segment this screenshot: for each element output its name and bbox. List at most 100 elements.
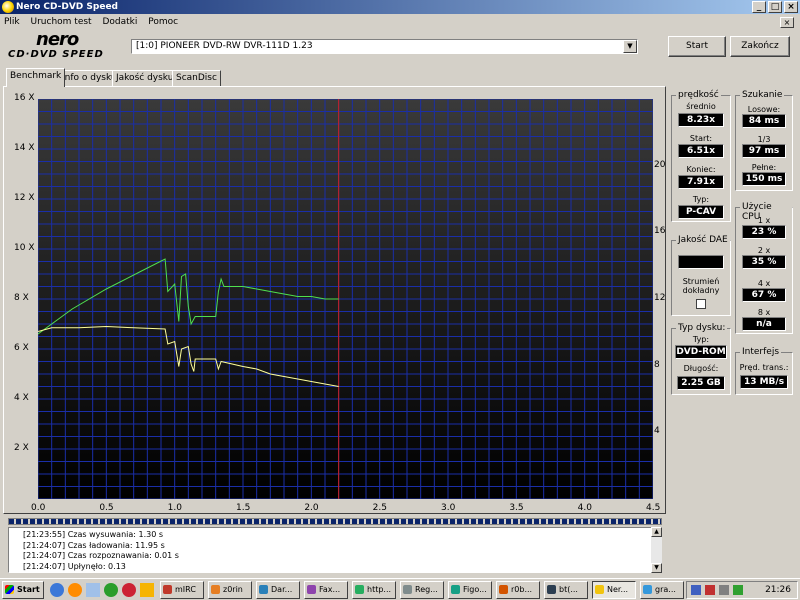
y-right-tick-label: 8 <box>654 359 660 370</box>
tray-volume-icon[interactable] <box>719 585 729 595</box>
y-right-tick-label: 12 <box>654 293 666 303</box>
disc-length-value: 2.25 GB <box>677 376 725 390</box>
quicklaunch-icon[interactable] <box>104 583 118 597</box>
log-scrollbar[interactable]: ▲ ▼ <box>651 527 662 573</box>
taskbar-item[interactable]: http... <box>352 581 396 599</box>
taskbar-app-icon <box>451 585 460 594</box>
menu-plik[interactable]: Plik <box>0 15 24 29</box>
scroll-down-arrow-icon[interactable]: ▼ <box>651 563 662 573</box>
y-left-tick-label: 16 X <box>14 93 35 103</box>
logo-subtitle: CD·DVD SPEED <box>8 49 104 60</box>
speed-end-value: 7.91x <box>678 175 724 189</box>
close-button[interactable]: × <box>784 1 798 13</box>
minimize-button[interactable]: _ <box>752 1 766 13</box>
cpu-8x-value: n/a <box>742 317 786 331</box>
interface-group: Interfejs Pręd. trans.: 13 MB/s <box>735 347 793 395</box>
system-tray: 21:26 <box>686 581 798 599</box>
taskbar-item[interactable]: mIRC <box>160 581 204 599</box>
speed-start-value: 6.51x <box>678 144 724 158</box>
taskbar-item-label: Fax... <box>319 585 341 594</box>
speed-avg-label: średnio <box>686 102 716 111</box>
start-menu-label: Start <box>17 585 40 594</box>
taskbar-app-icon <box>259 585 268 594</box>
taskbar-item[interactable]: Reg... <box>400 581 444 599</box>
disc-type-value: DVD-ROM <box>675 345 727 359</box>
maximize-button[interactable]: □ <box>768 1 782 13</box>
dae-accurate-label: Strumień dokładny <box>682 277 720 295</box>
tray-app-icon[interactable] <box>733 585 743 595</box>
seek-third-label: 1/3 <box>757 135 771 144</box>
opera-icon[interactable] <box>122 583 136 597</box>
dae-group: Jakość DAE Strumień dokładny <box>671 235 731 316</box>
window-title: Nero CD-DVD Speed <box>16 2 118 12</box>
y-left-tick-label: 4 X <box>14 393 29 403</box>
cpu-4x-label: 4 x <box>757 279 771 288</box>
exit-button[interactable]: Zakończ <box>730 36 790 57</box>
interface-title: Interfejs <box>740 347 782 357</box>
windows-logo-icon <box>5 585 14 594</box>
menu-dodatki[interactable]: Dodatki <box>98 15 141 29</box>
y-left-tick-label: 2 X <box>14 443 29 453</box>
scroll-up-arrow-icon[interactable]: ▲ <box>651 527 662 537</box>
log-line: [21:24:07] Czas rozpoznawania: 0.01 s <box>23 551 179 560</box>
taskbar-item[interactable]: Figo... <box>448 581 492 599</box>
taskbar-item[interactable]: z0rin <box>208 581 252 599</box>
tray-network-icon[interactable] <box>691 585 701 595</box>
ie-icon[interactable] <box>50 583 64 597</box>
x-tick-label: 2.0 <box>304 503 319 513</box>
tab-disc-quality[interactable]: Jakość dysku <box>112 70 178 86</box>
taskbar-item-label: z0rin <box>223 585 243 594</box>
cpu-2x-label: 2 x <box>757 246 771 255</box>
x-tick-label: 4.0 <box>577 503 592 513</box>
cpu-8x-label: 8 x <box>757 308 771 317</box>
taskbar-item-label: Reg... <box>415 585 438 594</box>
nero-logo: nero CD·DVD SPEED <box>8 31 126 61</box>
taskbar-item[interactable]: Ner... <box>592 581 636 599</box>
taskbar-item-label: bt(... <box>559 585 578 594</box>
disc-type-group: Typ dysku: Typ: DVD-ROM Długość: 2.25 GB <box>671 323 731 395</box>
taskbar-item[interactable]: r0b... <box>496 581 540 599</box>
start-button[interactable]: Start <box>668 36 726 57</box>
folder-icon[interactable] <box>140 583 154 597</box>
taskbar-item-label: gra... <box>655 585 676 594</box>
menu-bar: Plik Uruchom test Dodatki Pomoc <box>0 15 800 29</box>
log-line: [21:24:07] Czas ładowania: 11.95 s <box>23 540 165 550</box>
taskbar-app-icon <box>595 585 604 594</box>
media-player-icon[interactable] <box>68 583 82 597</box>
start-menu-button[interactable]: Start <box>2 581 44 599</box>
dae-accurate-checkbox[interactable] <box>696 299 706 309</box>
seek-random-value: 84 ms <box>742 114 786 128</box>
drive-select[interactable]: [1:0] PIONEER DVD-RW DVR-111D 1.23 ▼ <box>131 39 638 54</box>
taskbar-app-icon <box>307 585 316 594</box>
x-tick-label: 0.5 <box>99 503 114 513</box>
log-line: [21:23:55] Czas wysuwania: 1.30 s <box>23 530 164 539</box>
taskbar-item[interactable]: Fax... <box>304 581 348 599</box>
taskbar-item-label: r0b... <box>511 585 533 594</box>
tab-benchmark[interactable]: Benchmark <box>6 68 66 87</box>
menu-uruchom-test[interactable]: Uruchom test <box>27 15 96 29</box>
taskbar-item[interactable]: gra... <box>640 581 684 599</box>
menu-pomoc[interactable]: Pomoc <box>144 15 182 29</box>
speed-type-label: Typ: <box>692 195 710 204</box>
tray-antivirus-icon[interactable] <box>705 585 715 595</box>
cpu-4x-value: 67 % <box>742 288 786 302</box>
desktop-icon[interactable] <box>86 583 100 597</box>
chevron-down-icon[interactable]: ▼ <box>623 40 637 53</box>
seek-group: Szukanie Losowe: 84 ms 1/3 97 ms Pełne: … <box>735 90 793 191</box>
transfer-rate-value: 13 MB/s <box>740 375 788 389</box>
y-left-tick-label: 14 X <box>14 143 35 153</box>
taskbar-item-label: http... <box>367 585 392 594</box>
speed-end-label: Koniec: <box>686 165 716 174</box>
cpu-1x-value: 23 % <box>742 225 786 239</box>
mdi-close-button[interactable]: × <box>780 17 794 28</box>
x-tick-label: 1.5 <box>236 503 251 513</box>
taskbar-app-icon <box>403 585 412 594</box>
taskbar-item[interactable]: bt(... <box>544 581 588 599</box>
y-right-tick-label: 4 <box>654 426 660 437</box>
tab-scandisc[interactable]: ScanDisc <box>172 70 221 86</box>
cpu-1x-label: 1 x <box>757 216 771 225</box>
y-left-tick-label: 10 X <box>14 243 35 253</box>
disc-length-label: Długość: <box>683 364 719 373</box>
taskbar-item[interactable]: Dar... <box>256 581 300 599</box>
seek-third-value: 97 ms <box>742 144 786 158</box>
